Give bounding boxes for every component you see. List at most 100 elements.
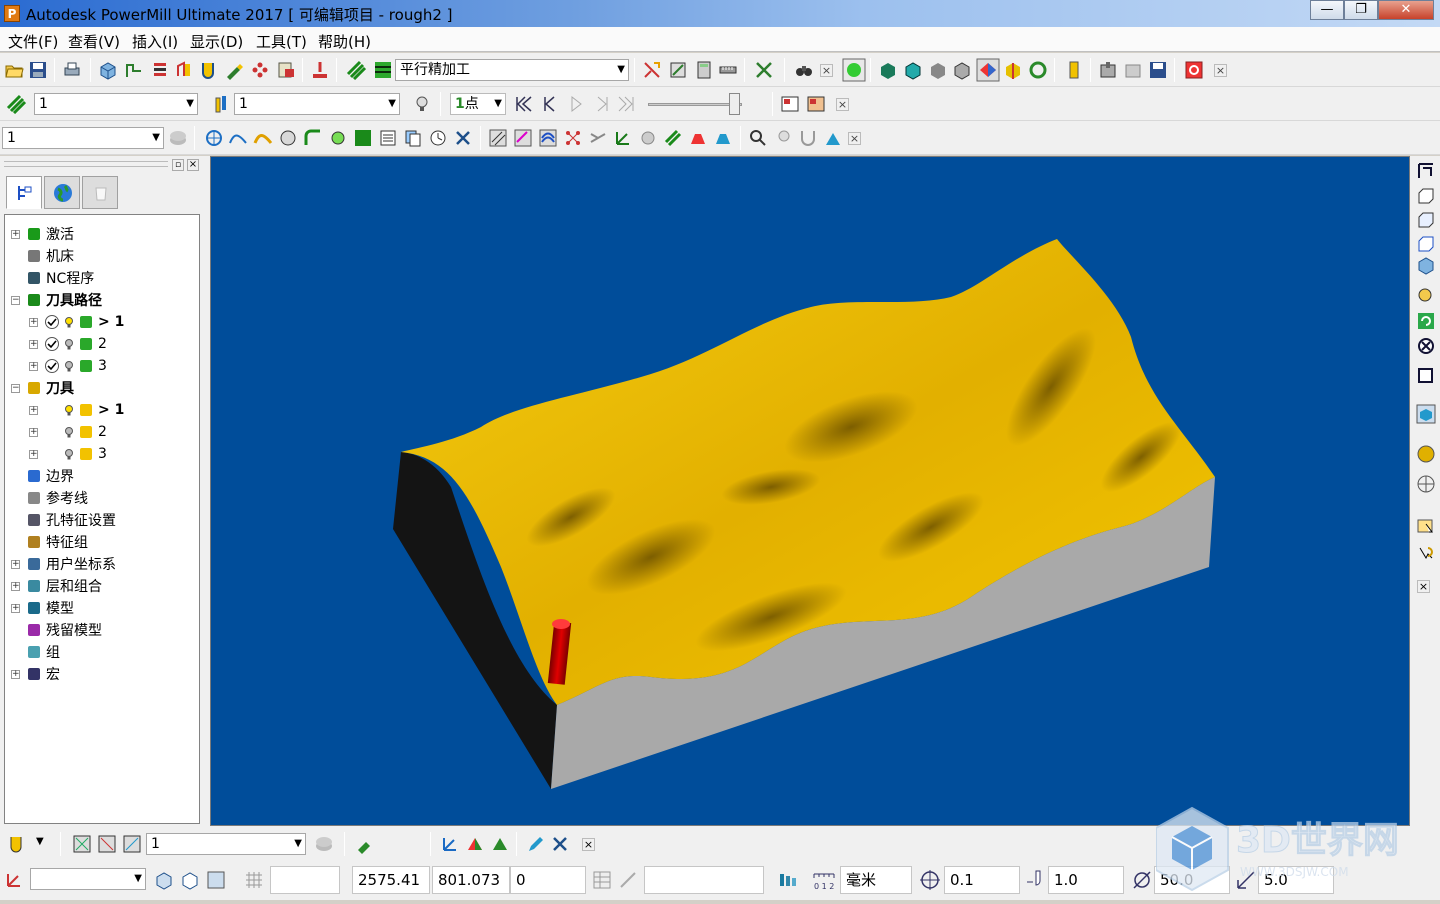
- blue-shape-icon[interactable]: [713, 128, 733, 148]
- toolbar-close-icon[interactable]: ×: [836, 98, 849, 111]
- view-from-top-icon[interactable]: [1416, 161, 1436, 181]
- tool-edit-icon[interactable]: [354, 834, 374, 854]
- check-icon[interactable]: [44, 358, 60, 374]
- cursor-snap-icon[interactable]: [204, 128, 224, 148]
- machine-tool-alt-icon[interactable]: [1123, 60, 1143, 80]
- red-shape-icon[interactable]: [688, 128, 708, 148]
- tab-world[interactable]: [44, 176, 80, 209]
- tool-db-icon[interactable]: [72, 834, 92, 854]
- stop-icon[interactable]: [1184, 60, 1204, 80]
- menu-help[interactable]: 帮助(H): [318, 31, 371, 52]
- tool-delete-icon[interactable]: [550, 834, 570, 854]
- toolbar-close-icon[interactable]: ×: [582, 838, 595, 851]
- tool-mill-icon[interactable]: [6, 834, 26, 854]
- list-icon[interactable]: [378, 128, 398, 148]
- tree-node[interactable]: + 用户坐标系: [11, 553, 116, 575]
- shaded-view-icon[interactable]: [1416, 404, 1436, 424]
- magnet-icon[interactable]: [798, 128, 818, 148]
- graphics-viewport[interactable]: [210, 156, 1410, 826]
- expand-toggle-icon[interactable]: +: [29, 339, 38, 349]
- panel-grip[interactable]: [4, 161, 168, 167]
- select-wireframe-icon[interactable]: [538, 128, 558, 148]
- workplane-axis-icon[interactable]: [4, 870, 24, 890]
- min-radius-icon[interactable]: [1003, 60, 1023, 80]
- tree-node[interactable]: 特征组: [11, 531, 88, 553]
- tool-shade-icon[interactable]: [1064, 60, 1084, 80]
- playback-speed-slider[interactable]: [648, 103, 742, 106]
- toolbar-close-icon[interactable]: ×: [820, 64, 833, 77]
- tree-node[interactable]: − 刀具路径: [11, 289, 102, 311]
- tolerance-field[interactable]: 0.1: [944, 866, 1020, 894]
- zoom-fit-icon[interactable]: [1416, 336, 1436, 356]
- curve-icon[interactable]: [228, 128, 248, 148]
- layer-stack-icon[interactable]: [314, 834, 334, 854]
- title-bar[interactable]: P Autodesk PowerMill Ultimate 2017 [ 可编辑…: [0, 0, 1440, 27]
- grid-icon[interactable]: [244, 870, 264, 890]
- block-icon[interactable]: [98, 60, 118, 80]
- color-pick-icon[interactable]: [465, 834, 485, 854]
- toolpath-combo[interactable]: 1 ▼: [34, 93, 198, 115]
- tab-recycle[interactable]: [82, 176, 118, 209]
- expand-toggle-icon[interactable]: −: [11, 295, 20, 305]
- refresh-icon[interactable]: [353, 128, 373, 148]
- link-icon[interactable]: [588, 128, 608, 148]
- tool-db-search-icon[interactable]: [97, 834, 117, 854]
- undo-select-icon[interactable]: [1416, 544, 1436, 564]
- wireframe-sphere-icon[interactable]: [1416, 474, 1436, 494]
- lightbulb-icon[interactable]: [64, 446, 74, 462]
- active-toolpath-icon[interactable]: [373, 60, 393, 80]
- toolpath-verify-icon[interactable]: [642, 60, 662, 80]
- workplane-icon[interactable]: [154, 870, 174, 890]
- grid-field[interactable]: [270, 866, 340, 894]
- spacer[interactable]: [44, 446, 60, 462]
- tree-node[interactable]: 机床: [11, 245, 74, 267]
- next-point-icon[interactable]: [592, 94, 612, 114]
- binoculars-icon[interactable]: [794, 60, 814, 80]
- chevron-down-icon[interactable]: ▼: [36, 836, 44, 847]
- tree-node[interactable]: + 激活: [11, 223, 74, 245]
- plain-shade-icon[interactable]: [928, 60, 948, 80]
- lightbulb-icon[interactable]: [64, 424, 74, 440]
- select-points-icon[interactable]: [563, 128, 583, 148]
- viewmill-icon[interactable]: [806, 94, 826, 114]
- collision-check-icon[interactable]: [668, 60, 688, 80]
- previous-point-icon[interactable]: [540, 94, 560, 114]
- simulation-icon[interactable]: [310, 60, 330, 80]
- expand-toggle-icon[interactable]: +: [11, 559, 20, 569]
- expand-toggle-icon[interactable]: +: [29, 405, 38, 415]
- tree-node[interactable]: NC程序: [11, 267, 94, 289]
- check-icon[interactable]: [44, 314, 60, 330]
- shaded-ball-icon[interactable]: [842, 58, 866, 82]
- snap-field[interactable]: [644, 866, 764, 894]
- surface-icon[interactable]: [253, 128, 273, 148]
- refresh-shade-icon[interactable]: [1028, 60, 1048, 80]
- refresh-view-icon[interactable]: [1416, 311, 1436, 331]
- draft-angle-icon[interactable]: [976, 58, 1000, 82]
- table-icon[interactable]: [592, 870, 612, 890]
- expand-toggle-icon[interactable]: −: [11, 383, 20, 393]
- first-point-icon[interactable]: [514, 94, 534, 114]
- save-icon[interactable]: [28, 60, 48, 80]
- shaded-model-icon[interactable]: [878, 60, 898, 80]
- model-analysis-icon[interactable]: [278, 128, 298, 148]
- lightbulb-icon[interactable]: [412, 94, 432, 114]
- leads-links-icon[interactable]: [174, 60, 194, 80]
- tree-node[interactable]: − 刀具: [11, 377, 74, 399]
- simulation-panel-icon[interactable]: [780, 94, 800, 114]
- maximize-button[interactable]: ❐: [1344, 0, 1378, 20]
- lightbulb-icon[interactable]: [64, 336, 74, 352]
- workplane-edit-icon[interactable]: [180, 870, 200, 890]
- view-from-right-icon[interactable]: [1416, 210, 1436, 230]
- iso-view-icon[interactable]: [1416, 256, 1436, 276]
- spacer[interactable]: [44, 424, 60, 440]
- select-surface-icon[interactable]: [513, 128, 533, 148]
- panel-float-icon[interactable]: ▫: [172, 159, 184, 171]
- expand-toggle-icon[interactable]: +: [29, 449, 38, 459]
- layer-stack-icon[interactable]: [168, 128, 188, 148]
- expand-toggle-icon[interactable]: +: [29, 427, 38, 437]
- zoom-icon[interactable]: [1416, 286, 1436, 306]
- tree-node[interactable]: +2: [29, 421, 107, 443]
- stock-icon[interactable]: [823, 128, 843, 148]
- toolpath-strategy-icon[interactable]: [346, 60, 366, 80]
- measure-icon[interactable]: [718, 60, 738, 80]
